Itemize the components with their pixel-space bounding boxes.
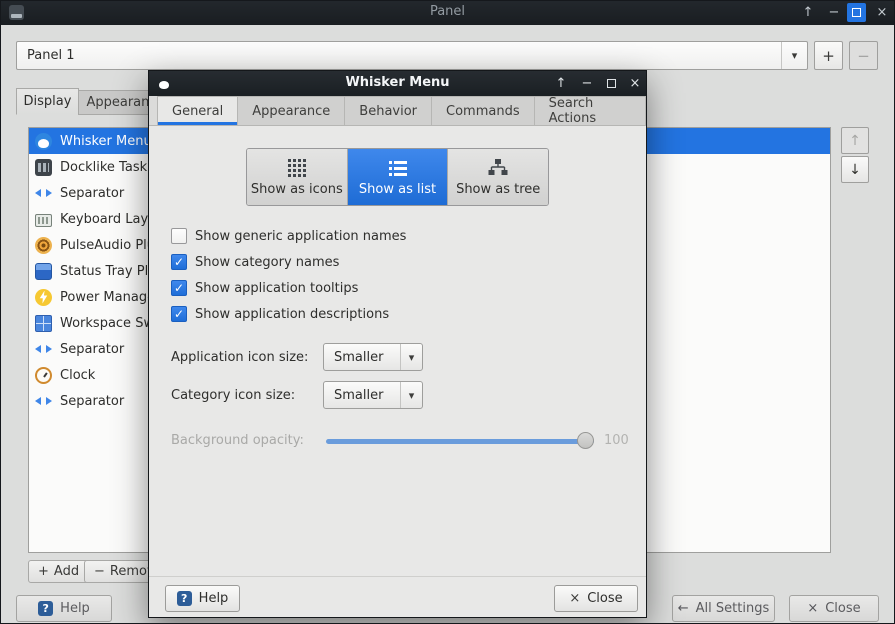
checkbox-show-application-tooltips[interactable]: ✓ Show application tooltips xyxy=(171,278,358,298)
dialog-tabbar: General Appearance Behavior Commands Sea… xyxy=(149,96,646,126)
shade-window-icon[interactable]: ↑ xyxy=(549,72,573,95)
close-cross-icon: × xyxy=(569,591,581,606)
move-item-up-button: ↑ xyxy=(841,127,869,154)
whisker-menu-dialog: Whisker Menu ↑ − × General Appearance Be… xyxy=(148,70,647,618)
checkbox-unchecked[interactable] xyxy=(171,228,187,244)
view-mode-segment: Show as icons Show as list Show as tree xyxy=(246,148,549,206)
minimize-window-icon[interactable]: − xyxy=(575,72,599,95)
show-as-icons-button[interactable]: Show as icons xyxy=(247,149,347,205)
clock-icon xyxy=(35,366,52,384)
separator-icon xyxy=(35,393,52,410)
tree-icon xyxy=(487,158,509,178)
checkbox-show-application-descriptions[interactable]: ✓ Show application descriptions xyxy=(171,304,389,324)
checkbox-show-generic-application-names[interactable]: Show generic application names xyxy=(171,226,406,246)
add-panel-button[interactable]: + xyxy=(814,41,843,70)
all-settings-button[interactable]: ← All Settings xyxy=(672,595,775,622)
keyboard-icon xyxy=(35,213,52,227)
maximize-window-icon[interactable] xyxy=(599,72,623,95)
checkbox-checked[interactable]: ✓ xyxy=(171,254,187,270)
minus-icon: − xyxy=(94,564,105,579)
power-manager-icon xyxy=(35,288,52,306)
chevron-down-icon: ▾ xyxy=(781,42,807,69)
docklike-taskbar-icon xyxy=(35,158,52,176)
maximize-window-icon[interactable] xyxy=(847,3,866,22)
plus-icon: + xyxy=(38,564,49,579)
maximize-glyph xyxy=(606,79,616,88)
tab-appearance[interactable]: Appearance xyxy=(238,96,346,126)
help-icon: ? xyxy=(38,601,54,616)
tab-display[interactable]: Display xyxy=(16,88,79,115)
minimize-window-icon[interactable]: − xyxy=(822,1,846,24)
main-window-title: Panel xyxy=(429,4,466,19)
background-opacity-slider xyxy=(326,439,594,444)
close-cross-icon: × xyxy=(807,601,819,616)
show-as-tree-button[interactable]: Show as tree xyxy=(447,149,548,205)
checkbox-checked[interactable]: ✓ xyxy=(171,280,187,296)
category-icon-size-dropdown[interactable]: Smaller ▾ xyxy=(323,381,423,409)
check-icon: ✓ xyxy=(173,281,185,295)
back-arrow-icon: ← xyxy=(677,601,689,616)
chevron-down-icon: ▾ xyxy=(400,382,422,408)
separator-icon xyxy=(35,341,52,358)
application-icon-size-dropdown[interactable]: Smaller ▾ xyxy=(323,343,423,371)
panel-selector-dropdown[interactable]: Panel 1 ▾ xyxy=(16,41,808,70)
shade-window-icon[interactable]: ↑ xyxy=(796,1,820,24)
panel-selector-value: Panel 1 xyxy=(27,48,75,63)
main-help-button[interactable]: ? Help xyxy=(16,595,112,622)
tab-behavior[interactable]: Behavior xyxy=(345,96,433,126)
dialog-help-button[interactable]: ? Help xyxy=(165,585,240,612)
main-close-button[interactable]: × Close xyxy=(789,595,879,622)
chevron-down-icon: ▾ xyxy=(400,344,422,370)
list-icon xyxy=(387,158,409,178)
remove-panel-button: − xyxy=(849,41,878,70)
tab-general[interactable]: General xyxy=(157,96,239,126)
dialog-titlebar: Whisker Menu ↑ − × xyxy=(149,71,646,96)
main-titlebar: Panel ↑ − × xyxy=(0,0,895,25)
slider-handle xyxy=(577,432,594,449)
tab-search-actions[interactable]: Search Actions xyxy=(534,96,646,126)
separator-icon xyxy=(35,185,52,202)
grid-icon xyxy=(286,158,308,178)
checkbox-checked[interactable]: ✓ xyxy=(171,306,187,322)
maximize-glyph xyxy=(852,8,861,17)
move-item-down-button[interactable]: ↓ xyxy=(841,156,869,183)
application-icon-size-label: Application icon size: xyxy=(171,349,309,365)
dialog-close-button[interactable]: × Close xyxy=(554,585,638,612)
background-opacity-value: 100 xyxy=(604,433,629,448)
workspace-switcher-icon xyxy=(35,314,52,332)
tab-commands[interactable]: Commands xyxy=(432,96,535,126)
close-window-icon[interactable]: × xyxy=(623,72,647,95)
whisker-menu-icon xyxy=(35,132,52,150)
background-opacity-label: Background opacity: xyxy=(171,433,304,448)
status-tray-icon xyxy=(35,262,52,280)
category-icon-size-label: Category icon size: xyxy=(171,387,296,403)
check-icon: ✓ xyxy=(173,307,185,321)
show-as-list-button[interactable]: Show as list xyxy=(346,149,448,205)
close-window-icon[interactable]: × xyxy=(870,1,894,24)
dialog-footer: ? Help × Close xyxy=(149,576,646,619)
pulseaudio-icon xyxy=(35,236,52,254)
add-item-button[interactable]: + Add xyxy=(28,560,90,583)
check-icon: ✓ xyxy=(173,255,185,269)
help-icon: ? xyxy=(176,591,192,606)
checkbox-show-category-names[interactable]: ✓ Show category names xyxy=(171,252,339,272)
